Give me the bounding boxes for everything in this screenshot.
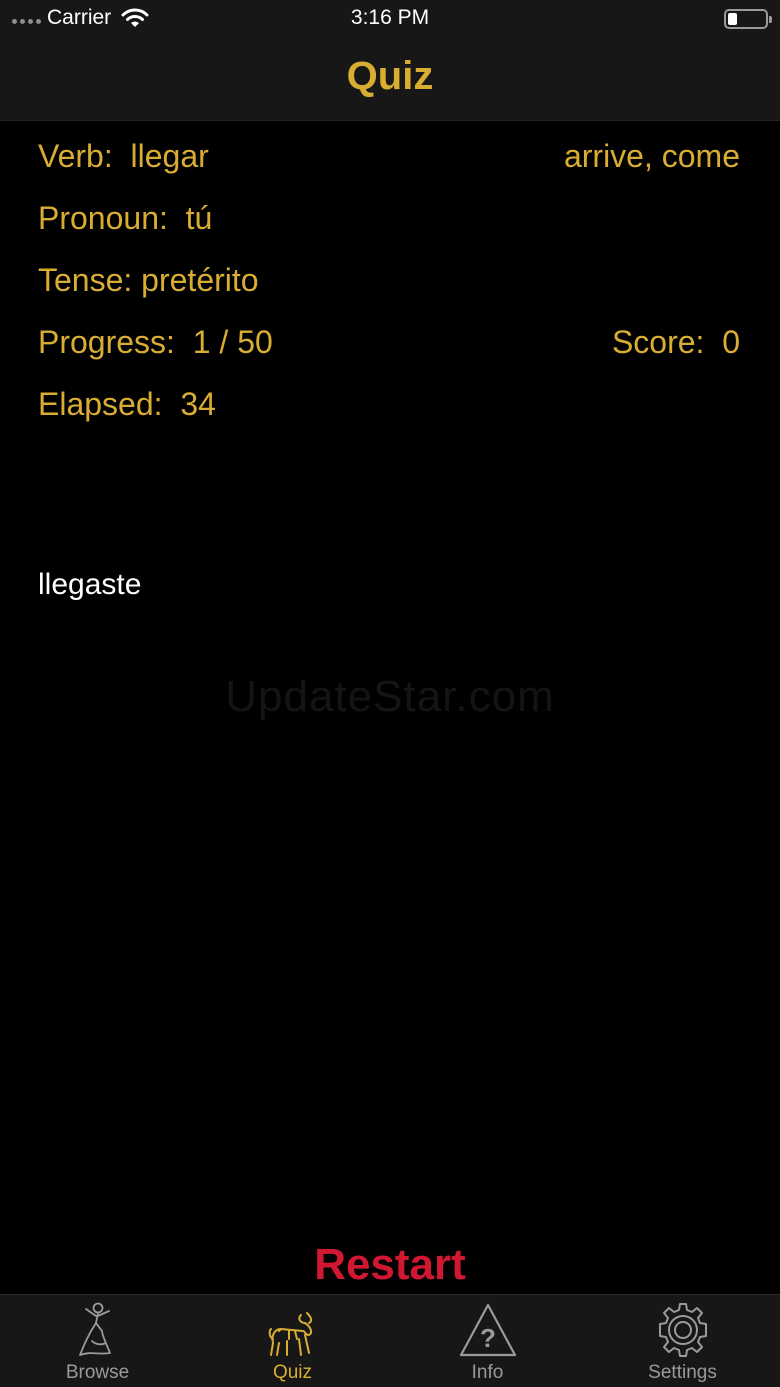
progress-value: 1 / 50 — [192, 324, 273, 360]
tab-info-label: Info — [471, 1362, 504, 1383]
restart-button[interactable]: Restart — [0, 1240, 780, 1290]
page-title: Quiz — [346, 54, 434, 98]
warning-question-icon: ? — [459, 1303, 516, 1357]
tense-label: Tense: — [38, 262, 133, 298]
watermark: UpdateStar.com — [225, 672, 555, 721]
tab-bar: Browse Quiz ? Info Settings — [0, 1294, 780, 1387]
tab-quiz[interactable]: Quiz — [195, 1295, 390, 1387]
verb-label: Verb: — [38, 138, 113, 174]
navigation-bar: Quiz — [0, 40, 780, 121]
status-bar: Carrier 3:16 PM — [0, 0, 780, 40]
score-label: Score: — [611, 324, 705, 360]
tense-value: pretérito — [141, 262, 259, 298]
elapsed-value: 34 — [180, 386, 216, 422]
status-time: 3:16 PM — [350, 6, 430, 29]
tense-row: Tense: pretérito — [38, 262, 259, 299]
battery-icon — [724, 9, 772, 29]
tab-quiz-label: Quiz — [272, 1362, 313, 1383]
pronoun-row: Pronoun: tú — [38, 200, 212, 237]
verb-translation: arrive, come — [563, 138, 740, 174]
tab-settings-label: Settings — [648, 1362, 717, 1383]
elapsed-label: Elapsed: — [38, 386, 163, 422]
progress-label: Progress: — [38, 324, 175, 360]
score-row: Score: 0 — [612, 324, 740, 361]
gear-icon — [658, 1303, 707, 1357]
pronoun-label: Pronoun: — [38, 200, 168, 236]
pronoun-value: tú — [185, 200, 213, 236]
verb-row: Verb: llegar — [38, 138, 209, 175]
tab-info[interactable]: ? Info — [390, 1295, 585, 1387]
progress-row: Progress: 1 / 50 — [38, 324, 273, 361]
tab-browse-label: Browse — [65, 1362, 130, 1383]
elapsed-row: Elapsed: 34 — [38, 386, 216, 423]
tab-settings[interactable]: Settings — [585, 1295, 780, 1387]
answer-text: llegaste — [38, 568, 142, 601]
dancer-icon — [78, 1302, 111, 1356]
battery-fill — [728, 13, 737, 25]
svg-text:?: ? — [480, 1323, 496, 1353]
score-value: 0 — [722, 324, 740, 360]
verb-value: llegar — [130, 138, 209, 174]
bull-icon — [268, 1312, 312, 1356]
tab-browse[interactable]: Browse — [0, 1295, 195, 1387]
